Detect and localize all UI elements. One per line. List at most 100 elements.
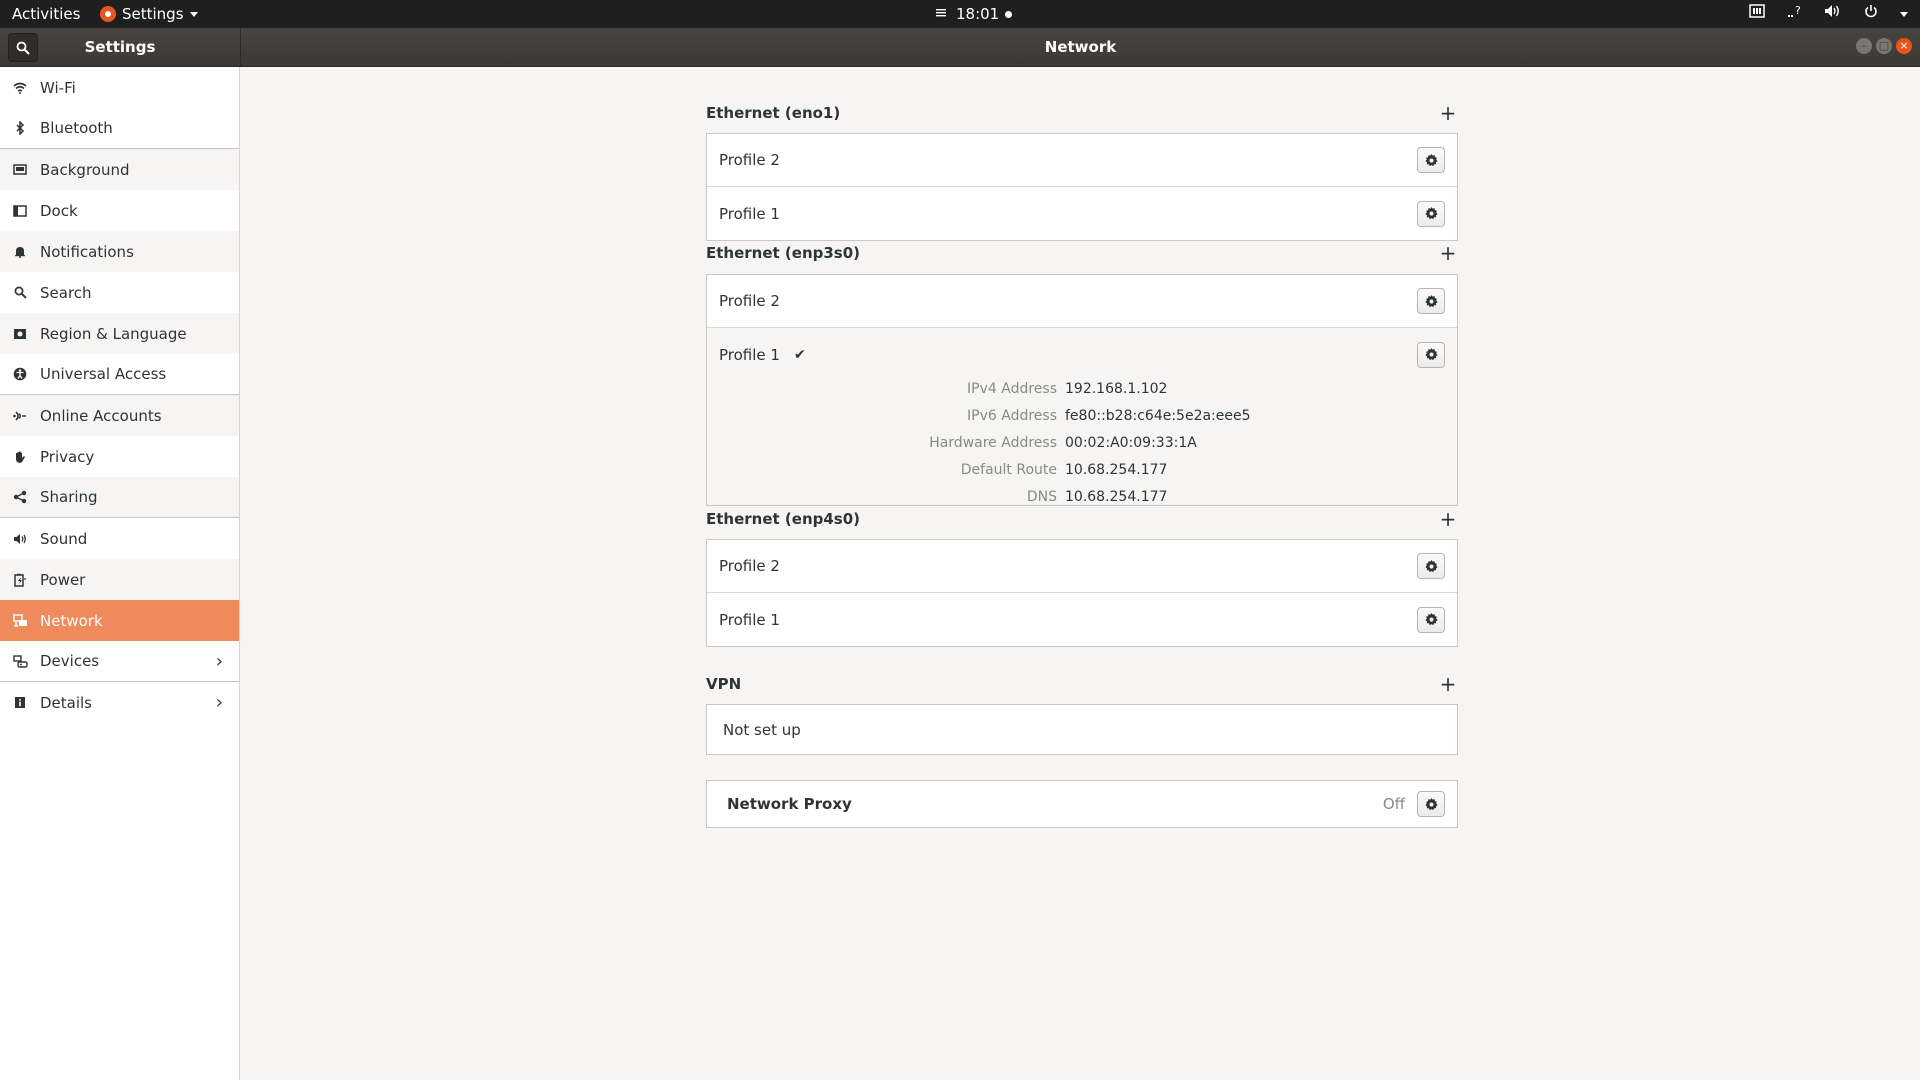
sidebar-item-dock[interactable]: Dock [0, 190, 239, 231]
section-vpn-header: VPN + [706, 673, 1458, 695]
section-title: Ethernet (enp4s0) [706, 510, 861, 528]
add-profile-button[interactable]: + [1438, 509, 1458, 529]
svg-text:?: ? [1795, 4, 1801, 17]
system-menu-arrow-icon[interactable] [1900, 11, 1908, 17]
bell-icon [12, 244, 28, 260]
detail-value: 192.168.1.102 [1065, 381, 1168, 397]
sidebar-item-privacy[interactable]: Privacy [0, 436, 239, 477]
sidebar-item-label: Background [40, 160, 130, 179]
accessibility-icon [12, 366, 28, 382]
gear-icon [1424, 294, 1438, 307]
maximize-button[interactable]: □ [1876, 38, 1892, 54]
detail-row-ipv6: IPv6 Address fe80::b28:c64e:5e2a:eee5 [707, 408, 1457, 430]
section-enp4s0-header: Ethernet (enp4s0) + [706, 508, 1458, 530]
gear-icon [1424, 559, 1438, 572]
section-eno1-header: Ethernet (eno1) + [706, 102, 1458, 124]
keyboard-icon[interactable] [1748, 0, 1766, 28]
sidebar-item-devices[interactable]: Devices › [0, 641, 239, 682]
profile-name: Profile 2 [719, 151, 780, 169]
network-panel: Ethernet (eno1) + Profile 2 Profile 1 Et… [241, 67, 1920, 1080]
sidebar-item-notifications[interactable]: Notifications [0, 231, 239, 272]
dock-icon [12, 203, 28, 219]
sidebar-item-region-language[interactable]: Region & Language [0, 313, 239, 354]
settings-app-icon [100, 6, 116, 22]
sidebar-item-details[interactable]: Details › [0, 682, 239, 723]
volume-icon[interactable] [1824, 0, 1842, 28]
wifi-icon [12, 80, 28, 96]
list-item[interactable]: Profile 2 [707, 275, 1457, 328]
app-menu[interactable]: Settings [100, 0, 198, 28]
profile-settings-button[interactable] [1417, 288, 1445, 314]
list-item[interactable]: Profile 1 [707, 593, 1457, 646]
profile-settings-button[interactable] [1417, 553, 1445, 579]
activities-button[interactable]: Activities [12, 0, 80, 28]
section-enp3s0-header: Ethernet (enp3s0) + [706, 242, 1458, 264]
sidebar-item-label: Search [40, 283, 92, 302]
list-item[interactable]: Profile 1 [707, 187, 1457, 240]
close-button[interactable]: × [1896, 38, 1912, 54]
minimize-button[interactable]: – [1856, 38, 1872, 54]
detail-row-dns: DNS 10.68.254.177 [707, 489, 1457, 505]
region-icon [12, 326, 28, 342]
sidebar-item-sound[interactable]: Sound [0, 518, 239, 559]
window-controls: – □ × [1856, 38, 1912, 54]
profile-settings-button[interactable] [1417, 147, 1445, 173]
enp4s0-profile-list: Profile 2 Profile 1 [706, 539, 1458, 647]
online-accounts-icon [12, 408, 28, 424]
power-icon[interactable] [1862, 0, 1880, 28]
sidebar-item-wifi[interactable]: Wi-Fi [0, 67, 239, 108]
clock[interactable]: 18:01 [932, 0, 1013, 28]
add-profile-button[interactable]: + [1438, 243, 1458, 263]
notification-dot [1005, 10, 1013, 18]
sidebar: Wi-Fi Bluetooth Background Dock Notifica… [0, 67, 240, 1080]
proxy-status: Off [1382, 795, 1405, 813]
sidebar-item-background[interactable]: Background [0, 149, 239, 190]
profile-settings-button[interactable] [1417, 200, 1445, 227]
proxy-settings-button[interactable] [1417, 791, 1445, 817]
list-item[interactable]: Profile 2 [707, 540, 1457, 593]
network-question-icon[interactable]: ? [1786, 0, 1804, 28]
profile-name: Profile 1 [719, 345, 780, 364]
list-item-active[interactable]: Profile 1 ✔ [707, 328, 1457, 381]
sidebar-item-label: Wi-Fi [40, 78, 76, 97]
top-bar: Activities Settings 18:01 ? [0, 0, 1920, 28]
sidebar-item-label: Notifications [40, 242, 134, 261]
profile-name: Profile 2 [719, 557, 780, 575]
sidebar-item-label: Sound [40, 529, 88, 548]
gear-icon [1424, 153, 1438, 166]
section-title: Ethernet (eno1) [706, 104, 841, 122]
detail-row-hardware: Hardware Address 00:02:A0:09:33:1A [707, 435, 1457, 457]
clock-time: 18:01 [956, 5, 1000, 23]
share-icon [12, 489, 28, 505]
sidebar-item-search[interactable]: Search [0, 272, 239, 313]
add-profile-button[interactable]: + [1438, 103, 1458, 123]
sidebar-item-label: Region & Language [40, 324, 187, 343]
menu-arrow-icon [189, 11, 198, 17]
network-proxy-row[interactable]: Network Proxy Off [707, 781, 1457, 827]
sidebar-item-power[interactable]: Power [0, 559, 239, 600]
sidebar-item-label: Dock [40, 201, 78, 220]
calendar-lines-icon [932, 0, 950, 28]
add-vpn-button[interactable]: + [1438, 674, 1458, 694]
profile-settings-button[interactable] [1417, 341, 1445, 368]
search-icon [16, 41, 30, 55]
profile-settings-button[interactable] [1417, 606, 1445, 633]
power-battery-icon [12, 572, 28, 588]
vpn-status: Not set up [723, 720, 801, 739]
sidebar-item-bluetooth[interactable]: Bluetooth [0, 108, 239, 149]
enp3s0-profile-list: Profile 2 Profile 1 ✔ IPv4 Address 192.1… [706, 274, 1458, 506]
sidebar-item-sharing[interactable]: Sharing [0, 477, 239, 518]
page-title: Network [1044, 38, 1117, 56]
detail-key: IPv4 Address [967, 381, 1057, 397]
system-tray[interactable]: ? [1748, 0, 1908, 28]
list-item[interactable]: Profile 2 [707, 134, 1457, 187]
sidebar-item-online-accounts[interactable]: Online Accounts [0, 395, 239, 436]
sidebar-item-label: Details [40, 693, 93, 712]
header-bar: Settings Network – □ × [0, 28, 1920, 67]
bluetooth-icon [12, 120, 28, 136]
detail-key: DNS [1026, 489, 1057, 505]
search-button[interactable] [8, 33, 38, 62]
sidebar-item-universal-access[interactable]: Universal Access [0, 354, 239, 395]
sidebar-item-network[interactable]: Network [0, 600, 239, 641]
detail-row-route: Default Route 10.68.254.177 [707, 462, 1457, 484]
